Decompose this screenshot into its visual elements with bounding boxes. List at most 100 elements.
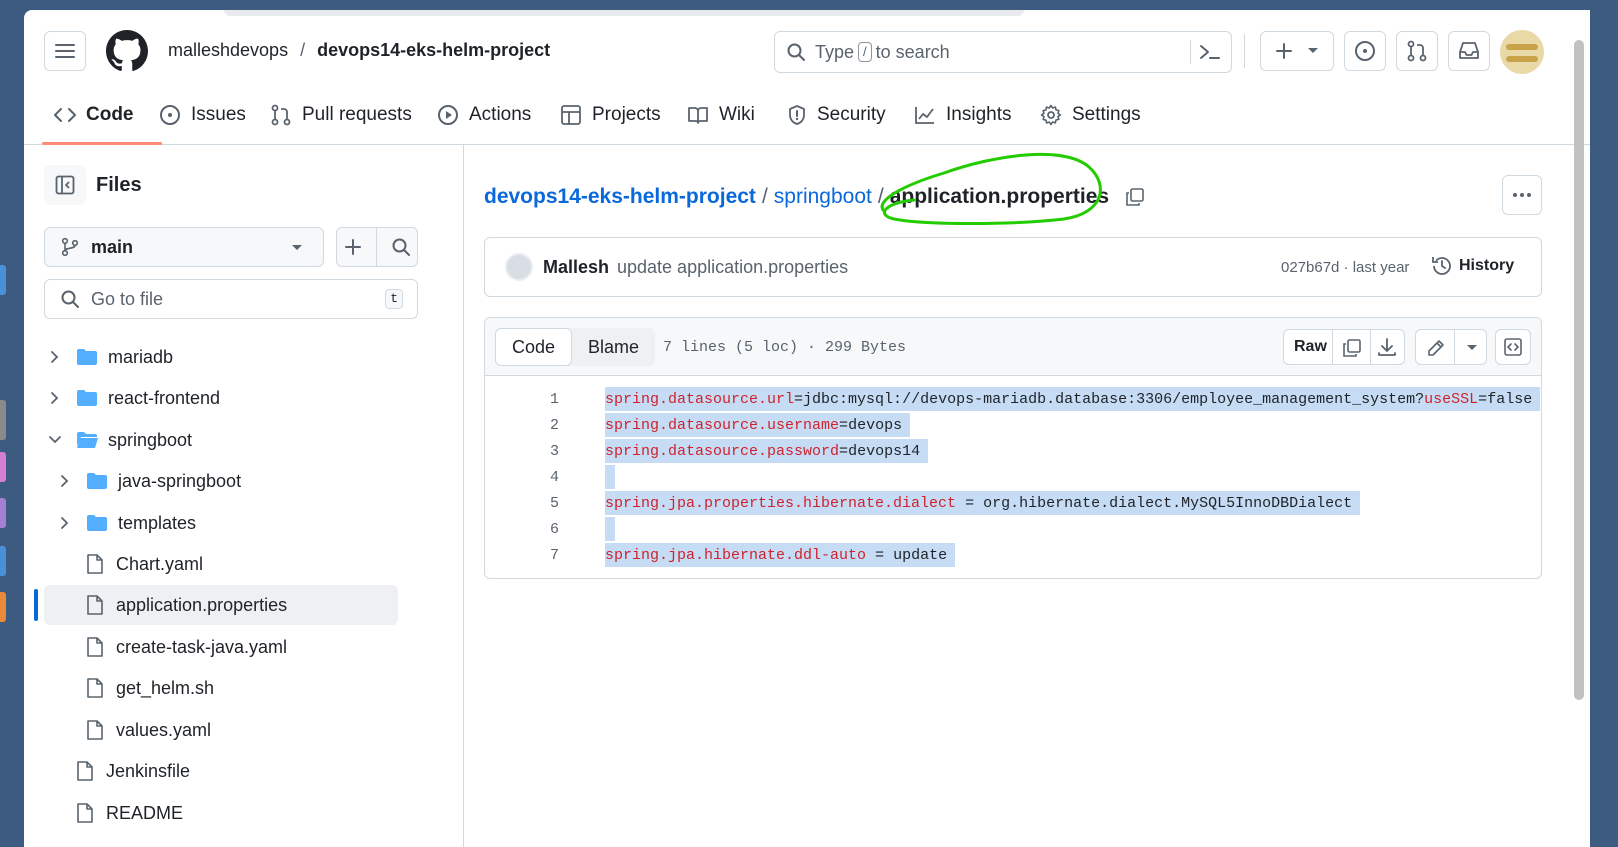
line-number[interactable]: 6 bbox=[485, 521, 559, 538]
tab-security[interactable]: Security bbox=[787, 104, 886, 126]
tree-folder-java-springboot[interactable]: java-springboot bbox=[58, 461, 241, 501]
tree-folder-mariadb[interactable]: mariadb bbox=[48, 337, 173, 377]
issue-opened-icon bbox=[160, 105, 180, 125]
dock-indicator bbox=[0, 400, 6, 440]
pull-requests-button[interactable] bbox=[1396, 31, 1438, 71]
blame-tab-button[interactable]: Blame bbox=[572, 328, 655, 366]
tab-actions[interactable]: Actions bbox=[437, 104, 531, 126]
code-line[interactable]: 6 bbox=[485, 516, 1541, 542]
go-to-file-input[interactable]: Go to file t bbox=[44, 279, 418, 319]
symbols-panel-button[interactable] bbox=[1495, 329, 1531, 365]
tree-file-chart-yaml[interactable]: Chart.yaml bbox=[86, 544, 203, 584]
code-line[interactable]: 4 bbox=[485, 464, 1541, 490]
tree-label: create-task-java.yaml bbox=[116, 636, 288, 657]
create-new-button[interactable] bbox=[1260, 31, 1334, 71]
search-input[interactable]: Type / to search bbox=[774, 31, 1232, 73]
tree-label: mariadb bbox=[108, 346, 174, 367]
view-mode-toggle: Code Blame bbox=[495, 328, 656, 366]
tree-file-values-yaml[interactable]: values.yaml bbox=[86, 710, 211, 750]
history-button[interactable]: History bbox=[1431, 255, 1514, 277]
search-shortcut-key: / bbox=[858, 42, 872, 62]
owner-link[interactable]: malleshdevops bbox=[168, 40, 288, 61]
tree-label: application.properties bbox=[116, 594, 288, 615]
commit-meta[interactable]: 027b67d · last year bbox=[1281, 259, 1409, 276]
breadcrumb-folder-link[interactable]: springboot bbox=[774, 185, 872, 209]
tree-file-create-task-java-yaml[interactable]: create-task-java.yaml bbox=[86, 627, 287, 667]
code-line[interactable]: 1 spring.datasource.url = jdbc:mysql://dev… bbox=[485, 386, 1541, 412]
file-tree-sidebar: Files main Go to file t mariadb react-fr… bbox=[24, 145, 464, 847]
github-logo-icon[interactable] bbox=[106, 30, 148, 72]
repo-nav-tabs: Code Issues Pull requests Actions Projec… bbox=[24, 90, 1590, 145]
triangle-down-icon bbox=[1308, 48, 1318, 53]
tree-folder-react-frontend[interactable]: react-frontend bbox=[48, 378, 220, 418]
code-line[interactable]: 5 spring.jpa.properties.hibernate.dialec… bbox=[485, 490, 1541, 516]
code-toolbar: Code Blame 7 lines (5 loc) · 299 Bytes R… bbox=[485, 318, 1541, 376]
copy-icon[interactable] bbox=[1125, 187, 1145, 207]
pencil-icon[interactable] bbox=[1426, 338, 1446, 358]
breadcrumb-separator: / bbox=[300, 40, 306, 60]
tree-file-readme[interactable]: README bbox=[76, 793, 183, 833]
tab-issues[interactable]: Issues bbox=[159, 104, 246, 126]
tree-folder-springboot[interactable]: springboot bbox=[48, 420, 192, 460]
line-number[interactable]: 3 bbox=[485, 443, 559, 460]
search-icon[interactable] bbox=[392, 238, 410, 256]
command-palette-icon[interactable] bbox=[1199, 43, 1221, 61]
browser-window: malleshdevops / devops14-eks-helm-projec… bbox=[24, 10, 1590, 847]
tab-label: Security bbox=[817, 104, 886, 125]
history-icon bbox=[1432, 257, 1451, 275]
tree-folder-templates[interactable]: templates bbox=[58, 503, 196, 543]
tab-projects[interactable]: Projects bbox=[560, 104, 661, 126]
triangle-down-icon bbox=[292, 245, 302, 250]
line-content: spring.jpa.properties.hibernate.dialect … bbox=[605, 491, 1361, 515]
graph-icon bbox=[915, 107, 934, 124]
tree-file-get-helm-sh[interactable]: get_helm.sh bbox=[86, 668, 214, 708]
chevron-right-icon bbox=[51, 392, 59, 404]
tree-label: java-springboot bbox=[118, 470, 242, 491]
search-suffix: to search bbox=[875, 41, 950, 62]
file-icon bbox=[77, 761, 93, 781]
shield-icon bbox=[789, 105, 805, 125]
code-line[interactable]: 3 spring.datasource.password = devops14 bbox=[485, 438, 1541, 464]
repo-link[interactable]: devops14-eks-helm-project bbox=[317, 40, 550, 61]
code-line[interactable]: 2 spring.datasource.username = devops bbox=[485, 412, 1541, 438]
page-scrollbar[interactable] bbox=[1574, 40, 1584, 700]
tab-label: Pull requests bbox=[302, 104, 412, 125]
code-tab-button[interactable]: Code bbox=[495, 328, 573, 366]
menu-button[interactable] bbox=[44, 31, 86, 71]
download-icon[interactable] bbox=[1377, 337, 1397, 357]
line-number[interactable]: 5 bbox=[485, 495, 559, 512]
collapse-sidebar-button[interactable] bbox=[44, 165, 86, 205]
tab-settings[interactable]: Settings bbox=[1040, 104, 1141, 126]
author-avatar[interactable] bbox=[505, 253, 533, 281]
tab-label: Wiki bbox=[719, 104, 755, 125]
commit-message[interactable]: update application.properties bbox=[617, 257, 848, 278]
divider bbox=[1244, 34, 1245, 68]
tab-label: Insights bbox=[946, 104, 1012, 125]
issues-button[interactable] bbox=[1344, 31, 1386, 71]
tab-insights[interactable]: Insights bbox=[914, 104, 1011, 126]
tree-file-application-properties[interactable]: application.properties bbox=[44, 585, 398, 625]
line-number[interactable]: 1 bbox=[485, 391, 559, 408]
line-number[interactable]: 2 bbox=[485, 417, 559, 434]
inbox-button[interactable] bbox=[1448, 31, 1490, 71]
raw-button[interactable]: Raw bbox=[1294, 338, 1327, 356]
line-number[interactable]: 7 bbox=[485, 547, 559, 564]
triangle-down-icon[interactable] bbox=[1466, 344, 1478, 352]
search-icon bbox=[61, 290, 79, 308]
tree-file-jenkinsfile[interactable]: Jenkinsfile bbox=[76, 751, 190, 791]
tab-label: Code bbox=[86, 104, 134, 125]
code-line[interactable]: 7 spring.jpa.hibernate.ddl-auto = update bbox=[485, 542, 1541, 568]
line-number[interactable]: 4 bbox=[485, 469, 559, 486]
line-content bbox=[605, 517, 615, 541]
breadcrumb-repo-link[interactable]: devops14-eks-helm-project bbox=[484, 185, 756, 209]
play-icon bbox=[438, 105, 458, 125]
add-file-icon[interactable] bbox=[344, 238, 362, 256]
avatar[interactable] bbox=[1500, 30, 1544, 74]
more-options-button[interactable] bbox=[1502, 175, 1542, 215]
copy-icon[interactable] bbox=[1342, 338, 1362, 358]
commit-author[interactable]: Mallesh bbox=[543, 257, 609, 278]
branch-selector[interactable]: main bbox=[44, 227, 324, 267]
tab-wiki[interactable]: Wiki bbox=[687, 104, 755, 126]
tab-pull-requests[interactable]: Pull requests bbox=[270, 104, 412, 126]
tab-code[interactable]: Code bbox=[54, 104, 134, 126]
